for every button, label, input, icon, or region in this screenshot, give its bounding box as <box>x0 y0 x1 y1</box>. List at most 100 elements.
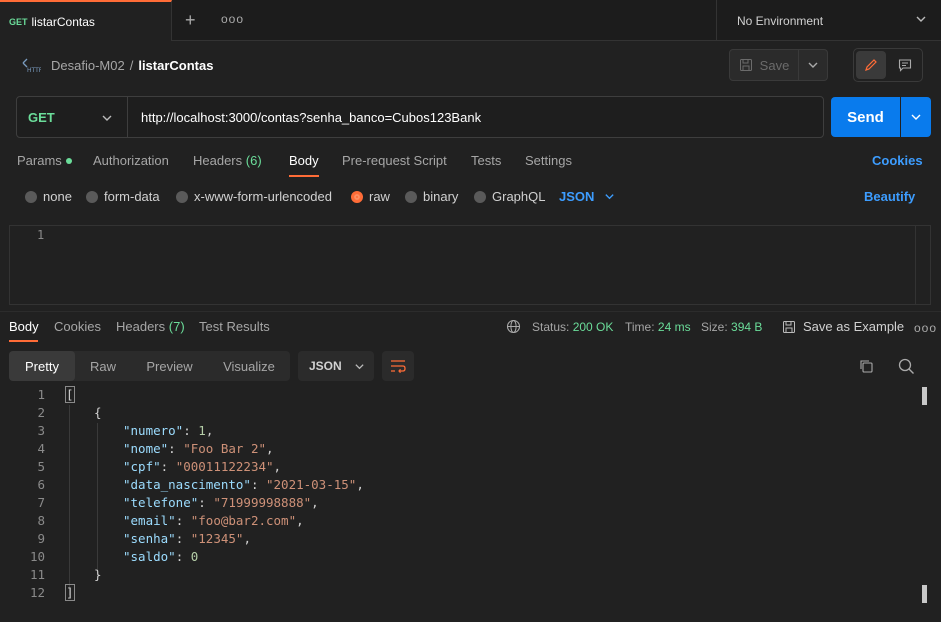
json-value: "2021-03-15" <box>266 477 357 492</box>
editor-scrollbar[interactable] <box>915 226 916 304</box>
tab-tests[interactable]: Tests <box>471 153 501 168</box>
comment-icon <box>898 59 912 72</box>
view-pretty[interactable]: Pretty <box>9 351 75 381</box>
body-format-selector[interactable]: JSON <box>559 189 615 204</box>
send-dropdown-button[interactable] <box>901 97 931 137</box>
radio-binary-label: binary <box>423 189 459 204</box>
wrap-lines-icon <box>391 360 406 373</box>
response-time[interactable]: Time: 24 ms <box>625 320 691 334</box>
radio-form-data[interactable]: form-data <box>86 189 160 204</box>
line-number: 1 <box>37 228 45 242</box>
chevron-down-icon <box>605 194 615 200</box>
response-body-viewer[interactable]: 1 2 3 4 5 6 7 8 9 10 11 12[{"numero": 1, "nome": "Fo… <box>0 386 941 612</box>
json-colon: : <box>183 423 199 438</box>
svg-text:HTTP: HTTP <box>27 67 41 74</box>
save-button[interactable]: Save <box>729 49 799 81</box>
status-label: Status: <box>532 320 570 334</box>
json-value: 1 <box>198 423 206 438</box>
response-scrollbar[interactable] <box>921 386 927 608</box>
save-dropdown-button[interactable] <box>799 49 828 81</box>
environment-selector[interactable]: No Environment <box>716 0 941 41</box>
radio-urlencoded[interactable]: x-www-form-urlencoded <box>176 189 332 204</box>
json-colon: : <box>250 477 266 492</box>
status-value: 200 OK <box>572 320 614 334</box>
view-preview[interactable]: Preview <box>131 351 208 381</box>
chevron-down-icon <box>911 114 921 120</box>
code-line: "saldo": 0 <box>123 549 198 564</box>
radio-graphql[interactable]: GraphQL <box>474 189 545 204</box>
breadcrumb-collection[interactable]: Desafio-M02 <box>51 58 125 73</box>
send-button[interactable]: Send <box>831 97 900 137</box>
response-tab-test-results[interactable]: Test Results <box>199 319 270 334</box>
tab-prerequest-script[interactable]: Pre-request Script <box>342 153 447 168</box>
code-line: } <box>94 567 102 582</box>
method-selector[interactable]: GET <box>17 97 128 137</box>
body-format-label: JSON <box>559 189 595 204</box>
tab-headers[interactable]: Headers (6) <box>193 153 262 168</box>
tab-title: listarContas <box>31 14 95 29</box>
url-input[interactable]: http://localhost:3000/contas?senha_banco… <box>128 110 481 125</box>
pencil-icon <box>865 59 877 71</box>
radio-circle <box>176 190 188 203</box>
radio-binary[interactable]: binary <box>405 189 458 204</box>
editor-mode-toggle <box>853 48 923 82</box>
comments-button[interactable] <box>890 51 920 79</box>
json-colon: : <box>175 549 191 564</box>
indent-guide <box>97 423 98 577</box>
tab-method-badge: GET <box>9 16 28 27</box>
tab-body[interactable]: Body <box>289 153 319 168</box>
response-format-selector[interactable]: JSON <box>298 351 374 381</box>
tab-more-icon[interactable]: ooo <box>221 12 244 26</box>
more-options-icon[interactable]: ooo <box>914 321 937 335</box>
line-number: 10 <box>29 549 45 564</box>
radio-raw[interactable]: raw <box>351 189 390 204</box>
save-as-example-label: Save as Example <box>803 319 905 334</box>
scrollbar-thumb[interactable] <box>922 387 927 405</box>
response-tab-headers[interactable]: Headers (7) <box>116 319 185 334</box>
json-colon: : <box>198 495 214 510</box>
view-visualize[interactable]: Visualize <box>208 351 290 381</box>
copy-icon[interactable] <box>859 359 874 374</box>
save-as-example-button[interactable]: Save as Example <box>782 319 904 334</box>
save-icon <box>739 59 752 71</box>
size-label: Size: <box>701 320 728 334</box>
beautify-button[interactable]: Beautify <box>864 189 915 204</box>
code-line: [ <box>65 386 75 403</box>
json-key: "email" <box>123 513 176 528</box>
tab-settings[interactable]: Settings <box>525 153 572 168</box>
tab-authorization[interactable]: Authorization <box>93 153 169 168</box>
tab-params[interactable]: Params <box>17 153 72 168</box>
save-label: Save <box>759 57 790 73</box>
cookies-link[interactable]: Cookies <box>872 153 923 168</box>
code-line: ] <box>65 584 75 601</box>
json-open-bracket: [ <box>65 386 75 403</box>
response-status[interactable]: Status: 200 OK <box>532 320 613 334</box>
json-value: "71999998888" <box>213 495 312 510</box>
request-body-editor[interactable] <box>9 225 931 305</box>
view-raw[interactable]: Raw <box>75 351 131 381</box>
line-number: 11 <box>29 567 45 582</box>
pane-divider[interactable] <box>0 311 941 312</box>
breadcrumb-current[interactable]: listarContas <box>138 58 213 73</box>
breadcrumb: Desafio-M02 / listarContas <box>51 58 213 73</box>
search-icon[interactable] <box>898 358 915 375</box>
response-tab-cookies[interactable]: Cookies <box>54 319 101 334</box>
radio-none[interactable]: none <box>25 189 72 204</box>
indent-guide <box>69 405 70 595</box>
json-comma: , <box>296 513 304 528</box>
wrap-lines-button[interactable] <box>382 351 414 381</box>
chevron-down-icon <box>102 115 112 121</box>
request-tab[interactable]: GET listarContas <box>0 0 172 41</box>
method-value: GET <box>28 109 55 125</box>
environment-label: No Environment <box>737 13 824 28</box>
edit-mode-button[interactable] <box>856 51 886 79</box>
new-tab-button[interactable]: + <box>185 10 196 31</box>
globe-icon[interactable] <box>506 319 521 334</box>
line-number: 2 <box>37 405 45 420</box>
response-tab-body[interactable]: Body <box>9 319 39 334</box>
headers-count: (6) <box>245 153 262 168</box>
code-line: "numero": 1, <box>123 423 213 438</box>
http-request-icon: HTTP <box>22 58 41 74</box>
response-size[interactable]: Size: 394 B <box>701 320 762 334</box>
scrollbar-thumb[interactable] <box>922 585 927 603</box>
